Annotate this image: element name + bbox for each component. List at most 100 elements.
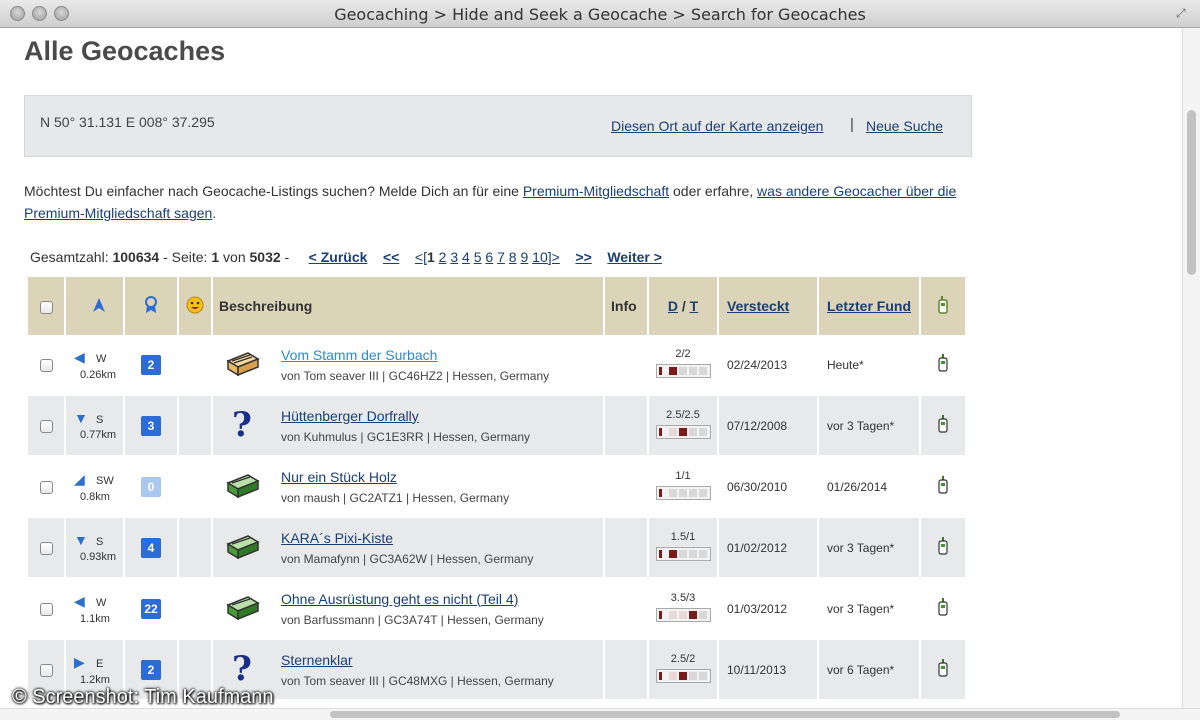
sort-difficulty-link[interactable]: D — [668, 298, 678, 314]
cache-name-link[interactable]: Hüttenberger Dorfrally — [281, 408, 530, 424]
send-to-gps-icon[interactable] — [938, 537, 948, 555]
traditional-cache-icon — [221, 532, 263, 563]
dt-bar-segment — [658, 611, 662, 619]
distance: 0.77km — [80, 429, 117, 441]
gps-cell — [921, 396, 965, 457]
svg-text:?: ? — [232, 406, 252, 442]
fullscreen-icon[interactable]: ⤢ — [1176, 6, 1190, 20]
last-found: 01/26/2014 — [819, 457, 919, 518]
found-cell — [179, 396, 211, 457]
show-on-map-link[interactable]: Diesen Ort auf der Karte anzeigen — [611, 118, 823, 134]
page-link-7[interactable]: 7 — [497, 249, 505, 265]
compass-heading: S — [96, 536, 104, 548]
info-cell — [605, 335, 647, 396]
promo-text-after: . — [212, 205, 217, 221]
header-favorites[interactable] — [125, 277, 177, 335]
cache-name-link[interactable]: Vom Stamm der Surbach — [281, 347, 549, 363]
description-cell: Vom Stamm der Surbach von Tom seaver III … — [213, 335, 603, 396]
direction-cell: ▼ S 0.93km — [66, 518, 123, 579]
page-link-8[interactable]: 8 — [509, 249, 517, 265]
first-page-link[interactable]: << — [383, 249, 399, 265]
select-all-checkbox[interactable] — [39, 300, 53, 314]
dt-bar-segment — [698, 489, 707, 497]
row-checkbox[interactable] — [39, 602, 53, 616]
cache-name-link[interactable]: Nur ein Stück Holz — [281, 469, 509, 485]
horizontal-scrollbar[interactable] — [0, 708, 1200, 720]
horizontal-scroll-thumb[interactable] — [330, 711, 1120, 718]
row-select-cell — [28, 457, 64, 518]
send-to-gps-icon[interactable] — [938, 476, 948, 494]
dt-bar-segment — [688, 611, 697, 619]
hidden-date: 01/03/2012 — [719, 579, 817, 640]
difficulty-terrain-bar — [655, 608, 711, 622]
page-link-9[interactable]: 9 — [520, 249, 528, 265]
header-hidden: Versteckt — [719, 277, 817, 335]
found-cell — [179, 457, 211, 518]
page-link-6[interactable]: 6 — [485, 249, 493, 265]
row-checkbox[interactable] — [39, 541, 53, 555]
dt-bar-segment — [658, 550, 662, 558]
row-select-cell — [28, 335, 64, 396]
vertical-scroll-thumb[interactable] — [1187, 110, 1196, 275]
previous-page-link[interactable]: < Zurück — [309, 249, 368, 265]
sort-terrain-link[interactable]: T — [690, 298, 699, 314]
send-to-gps-icon[interactable] — [938, 415, 948, 433]
table-row: ◢ SW 0.8km 0 Nur ein Stück Holz von maush | G… — [28, 457, 965, 518]
difficulty-terrain-bar — [655, 364, 711, 378]
vertical-scrollbar[interactable] — [1182, 28, 1200, 708]
hidden-date: 07/12/2008 — [719, 396, 817, 457]
difficulty-terrain-bar — [655, 486, 711, 500]
info-cell — [605, 579, 647, 640]
dt-bar-segment — [668, 428, 677, 436]
description-cell: Nur ein Stück Holz von maush | GC2ATZ1 | … — [213, 457, 603, 518]
dt-bar-segment — [698, 550, 707, 558]
dt-bar-segment — [658, 367, 662, 375]
sort-hidden-link[interactable]: Versteckt — [727, 298, 789, 314]
sort-last-found-link[interactable]: Letzter Fund — [827, 298, 911, 314]
send-to-gps-icon[interactable] — [938, 659, 948, 677]
row-checkbox[interactable] — [39, 358, 53, 372]
gps-device-icon — [938, 295, 948, 314]
cache-name-link[interactable]: Ohne Ausrüstung geht es nicht (Teil 4) — [281, 591, 544, 607]
direction-arrow-icon: ◀ — [74, 348, 85, 365]
last-found: vor 3 Tagen* — [819, 396, 919, 457]
cache-name-link[interactable]: KARA´s Pixi-Kiste — [281, 530, 533, 546]
header-select-all — [28, 277, 64, 335]
header-direction[interactable] — [66, 277, 123, 335]
page-link-3[interactable]: 3 — [450, 249, 458, 265]
send-to-gps-icon[interactable] — [938, 598, 948, 616]
last-page-link[interactable]: >> — [575, 249, 591, 265]
row-checkbox[interactable] — [39, 663, 53, 677]
row-checkbox[interactable] — [39, 419, 53, 433]
difficulty-terrain-cell: 1.5/1 — [649, 518, 717, 579]
info-cell — [605, 640, 647, 701]
page-link-4[interactable]: 4 — [462, 249, 470, 265]
direction-cell: ◀ W 0.26km — [66, 335, 123, 396]
direction-arrow-icon: ▼ — [74, 532, 88, 548]
direction-arrow-icon: ◀ — [74, 592, 85, 609]
new-search-link[interactable]: Neue Suche — [866, 118, 943, 134]
cache-owner-code-location: von maush | GC2ATZ1 | Hessen, Germany — [281, 490, 510, 505]
distance: 0.93km — [80, 551, 117, 563]
dt-bar-segment — [688, 550, 697, 558]
table-row: ◀ W 1.1km 22 Ohne Ausrüstung geht es nicht (… — [28, 579, 965, 640]
page-link-5[interactable]: 5 — [474, 249, 482, 265]
row-select-cell — [28, 396, 64, 457]
distance: 1.1km — [80, 612, 110, 625]
copyright-watermark: © Screenshot: Tim Kaufmann — [12, 686, 274, 708]
row-checkbox[interactable] — [39, 480, 53, 494]
send-to-gps-icon[interactable] — [938, 354, 948, 372]
premium-membership-link[interactable]: Premium-Mitgliedschaft — [523, 183, 669, 199]
distance: 1.2km — [80, 673, 110, 686]
dt-bar-segment — [678, 550, 687, 558]
next-page-link[interactable]: Weiter > — [607, 249, 662, 265]
found-cell — [179, 579, 211, 640]
page-link-10[interactable]: 10 — [532, 249, 548, 265]
dt-bar-segment — [678, 672, 687, 680]
cache-name-link[interactable]: Sternenklar — [281, 652, 554, 668]
dt-bar-segment — [678, 489, 687, 497]
dt-bar-segment — [678, 611, 687, 619]
total-label: Gesamtzahl: — [30, 249, 113, 265]
cache-results-table: Beschreibung Info D / T Versteckt Letzte… — [26, 277, 967, 701]
page-link-2[interactable]: 2 — [439, 249, 447, 265]
